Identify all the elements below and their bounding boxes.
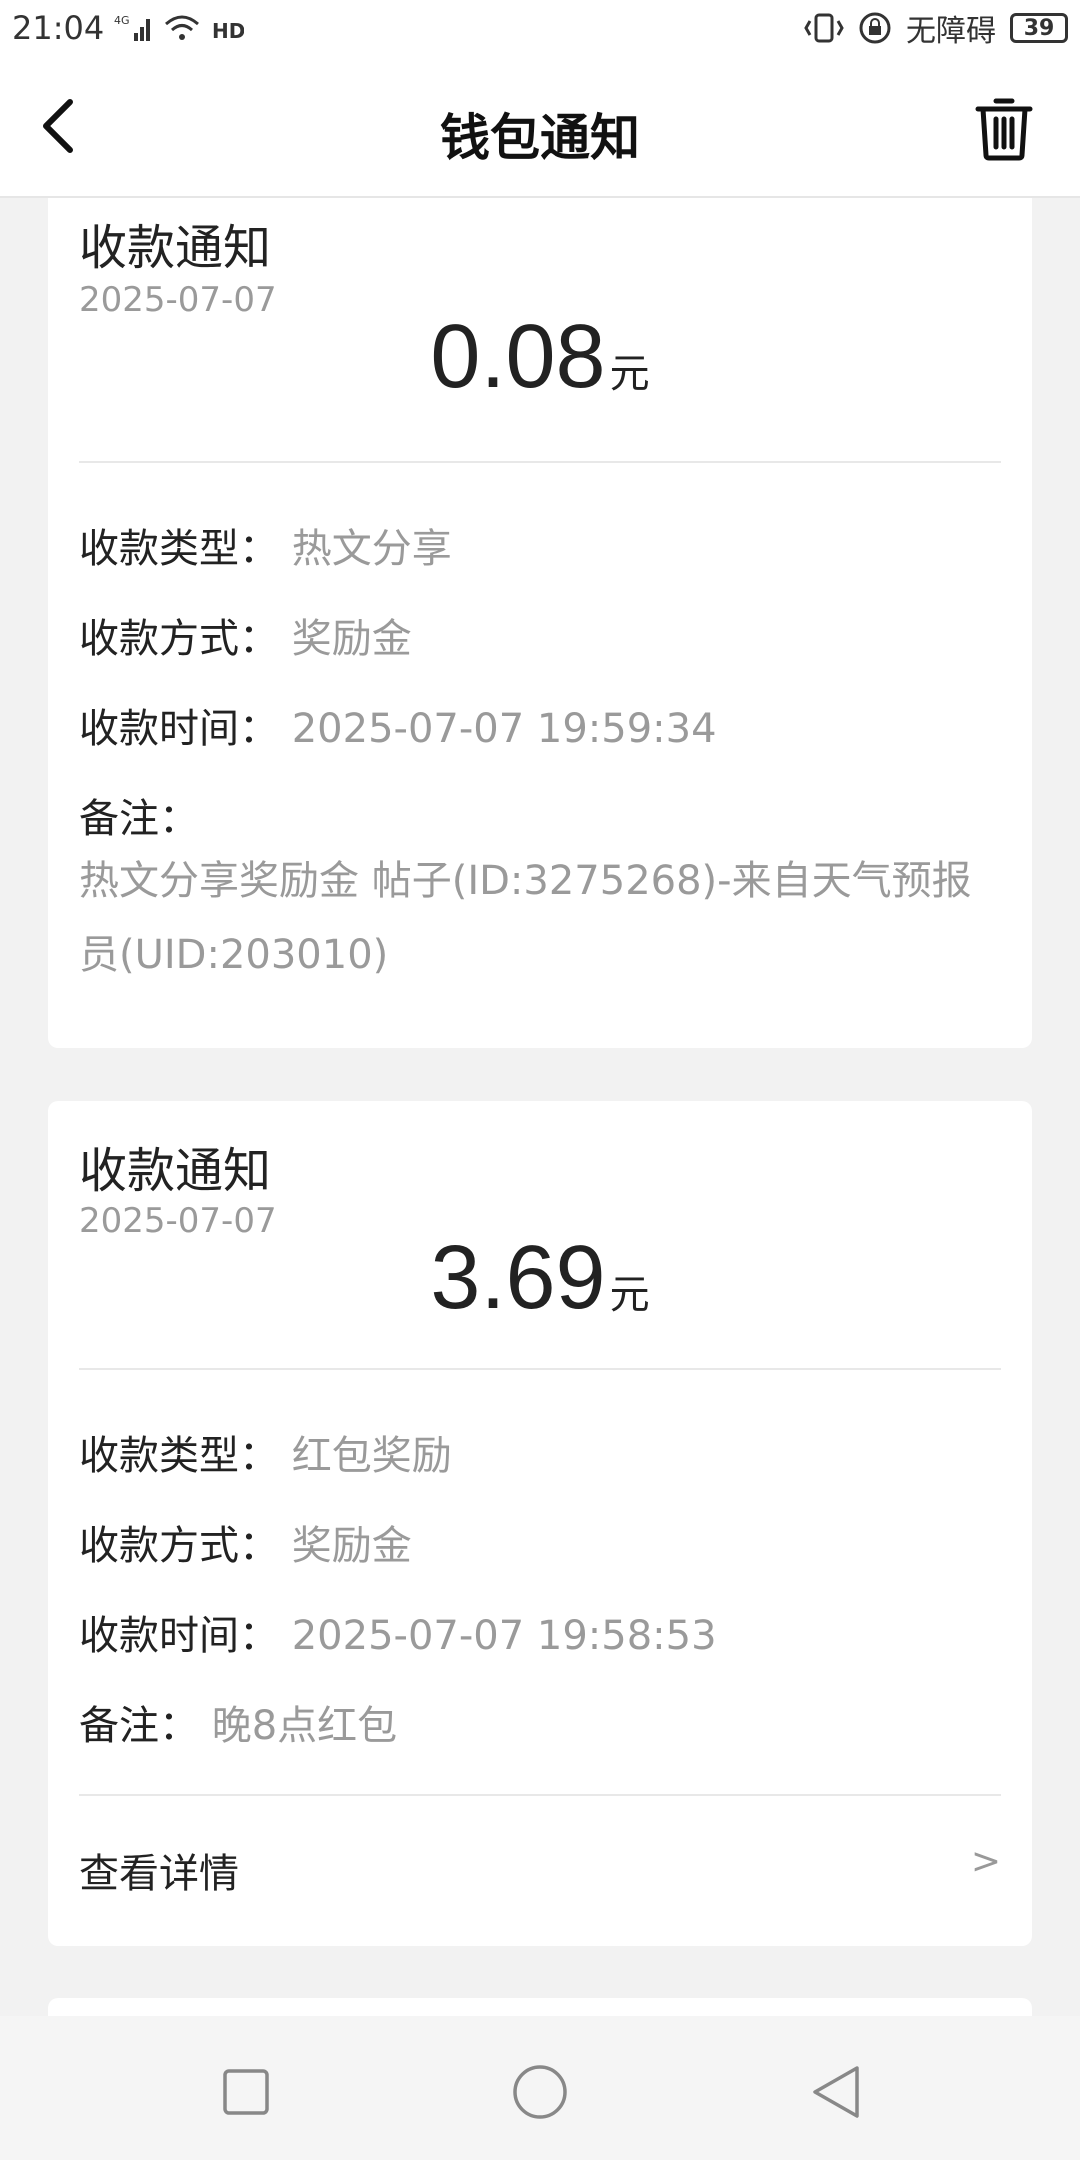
amount-value: 0.08 bbox=[430, 307, 606, 407]
card-title: 收款通知 bbox=[79, 220, 272, 276]
note-label: 备注： bbox=[79, 1703, 199, 1749]
recents-button[interactable] bbox=[216, 2062, 276, 2122]
square-icon bbox=[223, 2069, 269, 2115]
payment-method-value: 奖励金 bbox=[291, 616, 412, 662]
payment-type-row: 收款类型： 热文分享 bbox=[79, 516, 1001, 574]
divider bbox=[79, 1794, 1001, 1796]
status-time: 21:04 bbox=[12, 9, 105, 47]
battery-icon: 39 bbox=[1010, 13, 1068, 43]
notification-list[interactable]: 收款通知 2025-07-07 0.08 元 收款类型： 热文分享 收款方式： 奖… bbox=[0, 198, 1080, 2016]
cellular-signal-icon: 4G bbox=[114, 13, 154, 43]
view-details-label: 查看详情 bbox=[79, 1851, 239, 1897]
status-bar: 21:04 4G HD 无障碍 39 bbox=[0, 0, 1080, 56]
payment-type-label: 收款类型： bbox=[79, 526, 279, 572]
payment-time-value: 2025-07-07 19:58:53 bbox=[291, 1613, 717, 1659]
card-title: 收款通知 bbox=[79, 1143, 272, 1199]
payment-time-row: 收款时间： 2025-07-07 19:59:34 bbox=[79, 696, 1001, 754]
notification-card: 收款通知 2025-07-07 3.69 元 收款类型： 红包奖励 收款方式： 奖… bbox=[48, 1101, 1032, 1946]
note-row: 备注： bbox=[79, 786, 1001, 844]
back-nav-button[interactable] bbox=[806, 2062, 866, 2122]
chevron-right-icon: > bbox=[970, 1841, 1001, 1882]
amount-unit: 元 bbox=[609, 351, 650, 397]
system-nav-bar bbox=[0, 2016, 1080, 2160]
payment-method-value: 奖励金 bbox=[291, 1523, 412, 1569]
divider bbox=[79, 1368, 1001, 1370]
payment-time-value: 2025-07-07 19:59:34 bbox=[291, 706, 717, 752]
amount-unit: 元 bbox=[609, 1272, 650, 1318]
network-type: 4G bbox=[114, 14, 130, 27]
note-row: 备注： 晚8点红包 bbox=[79, 1693, 1001, 1751]
payment-time-label: 收款时间： bbox=[79, 706, 279, 752]
home-button[interactable] bbox=[510, 2062, 570, 2122]
note-value: 晚8点红包 bbox=[211, 1703, 398, 1749]
amount: 0.08 元 bbox=[48, 306, 1032, 409]
view-details-link[interactable]: 查看详情 > bbox=[79, 1841, 1001, 1899]
vibrate-icon bbox=[804, 11, 844, 45]
rotation-lock-icon bbox=[858, 11, 892, 45]
delete-button[interactable] bbox=[968, 92, 1040, 164]
trash-icon bbox=[975, 98, 1033, 161]
payment-method-label: 收款方式： bbox=[79, 616, 279, 662]
payment-time-row: 收款时间： 2025-07-07 19:58:53 bbox=[79, 1603, 1001, 1661]
payment-type-row: 收款类型： 红包奖励 bbox=[79, 1423, 1001, 1481]
wifi-icon bbox=[164, 14, 200, 42]
amount-value: 3.69 bbox=[430, 1228, 606, 1328]
payment-type-label: 收款类型： bbox=[79, 1433, 279, 1479]
payment-time-label: 收款时间： bbox=[79, 1613, 279, 1659]
page-title: 钱包通知 bbox=[440, 109, 640, 167]
notification-card bbox=[48, 1998, 1032, 2016]
notification-card: 收款通知 2025-07-07 0.08 元 收款类型： 热文分享 收款方式： 奖… bbox=[48, 198, 1032, 1048]
payment-method-row: 收款方式： 奖励金 bbox=[79, 606, 1001, 664]
payment-type-value: 热文分享 bbox=[291, 526, 452, 572]
svg-text:HD: HD bbox=[212, 19, 244, 43]
payment-type-value: 红包奖励 bbox=[291, 1433, 452, 1479]
circle-icon bbox=[513, 2065, 567, 2119]
payment-method-label: 收款方式： bbox=[79, 1523, 279, 1569]
hd-icon: HD bbox=[210, 13, 244, 43]
battery-level: 39 bbox=[1023, 15, 1055, 41]
app-header: 钱包通知 bbox=[0, 56, 1080, 198]
divider bbox=[79, 461, 1001, 463]
amount: 3.69 元 bbox=[48, 1227, 1032, 1330]
payment-method-row: 收款方式： 奖励金 bbox=[79, 1513, 1001, 1571]
accessibility-status: 无障碍 bbox=[906, 14, 996, 49]
note-value: 热文分享奖励金 帖子(ID:3275268)-来自天气预报员(UID:20301… bbox=[79, 858, 972, 978]
triangle-back-icon bbox=[813, 2066, 859, 2118]
note-label: 备注： bbox=[79, 796, 199, 842]
